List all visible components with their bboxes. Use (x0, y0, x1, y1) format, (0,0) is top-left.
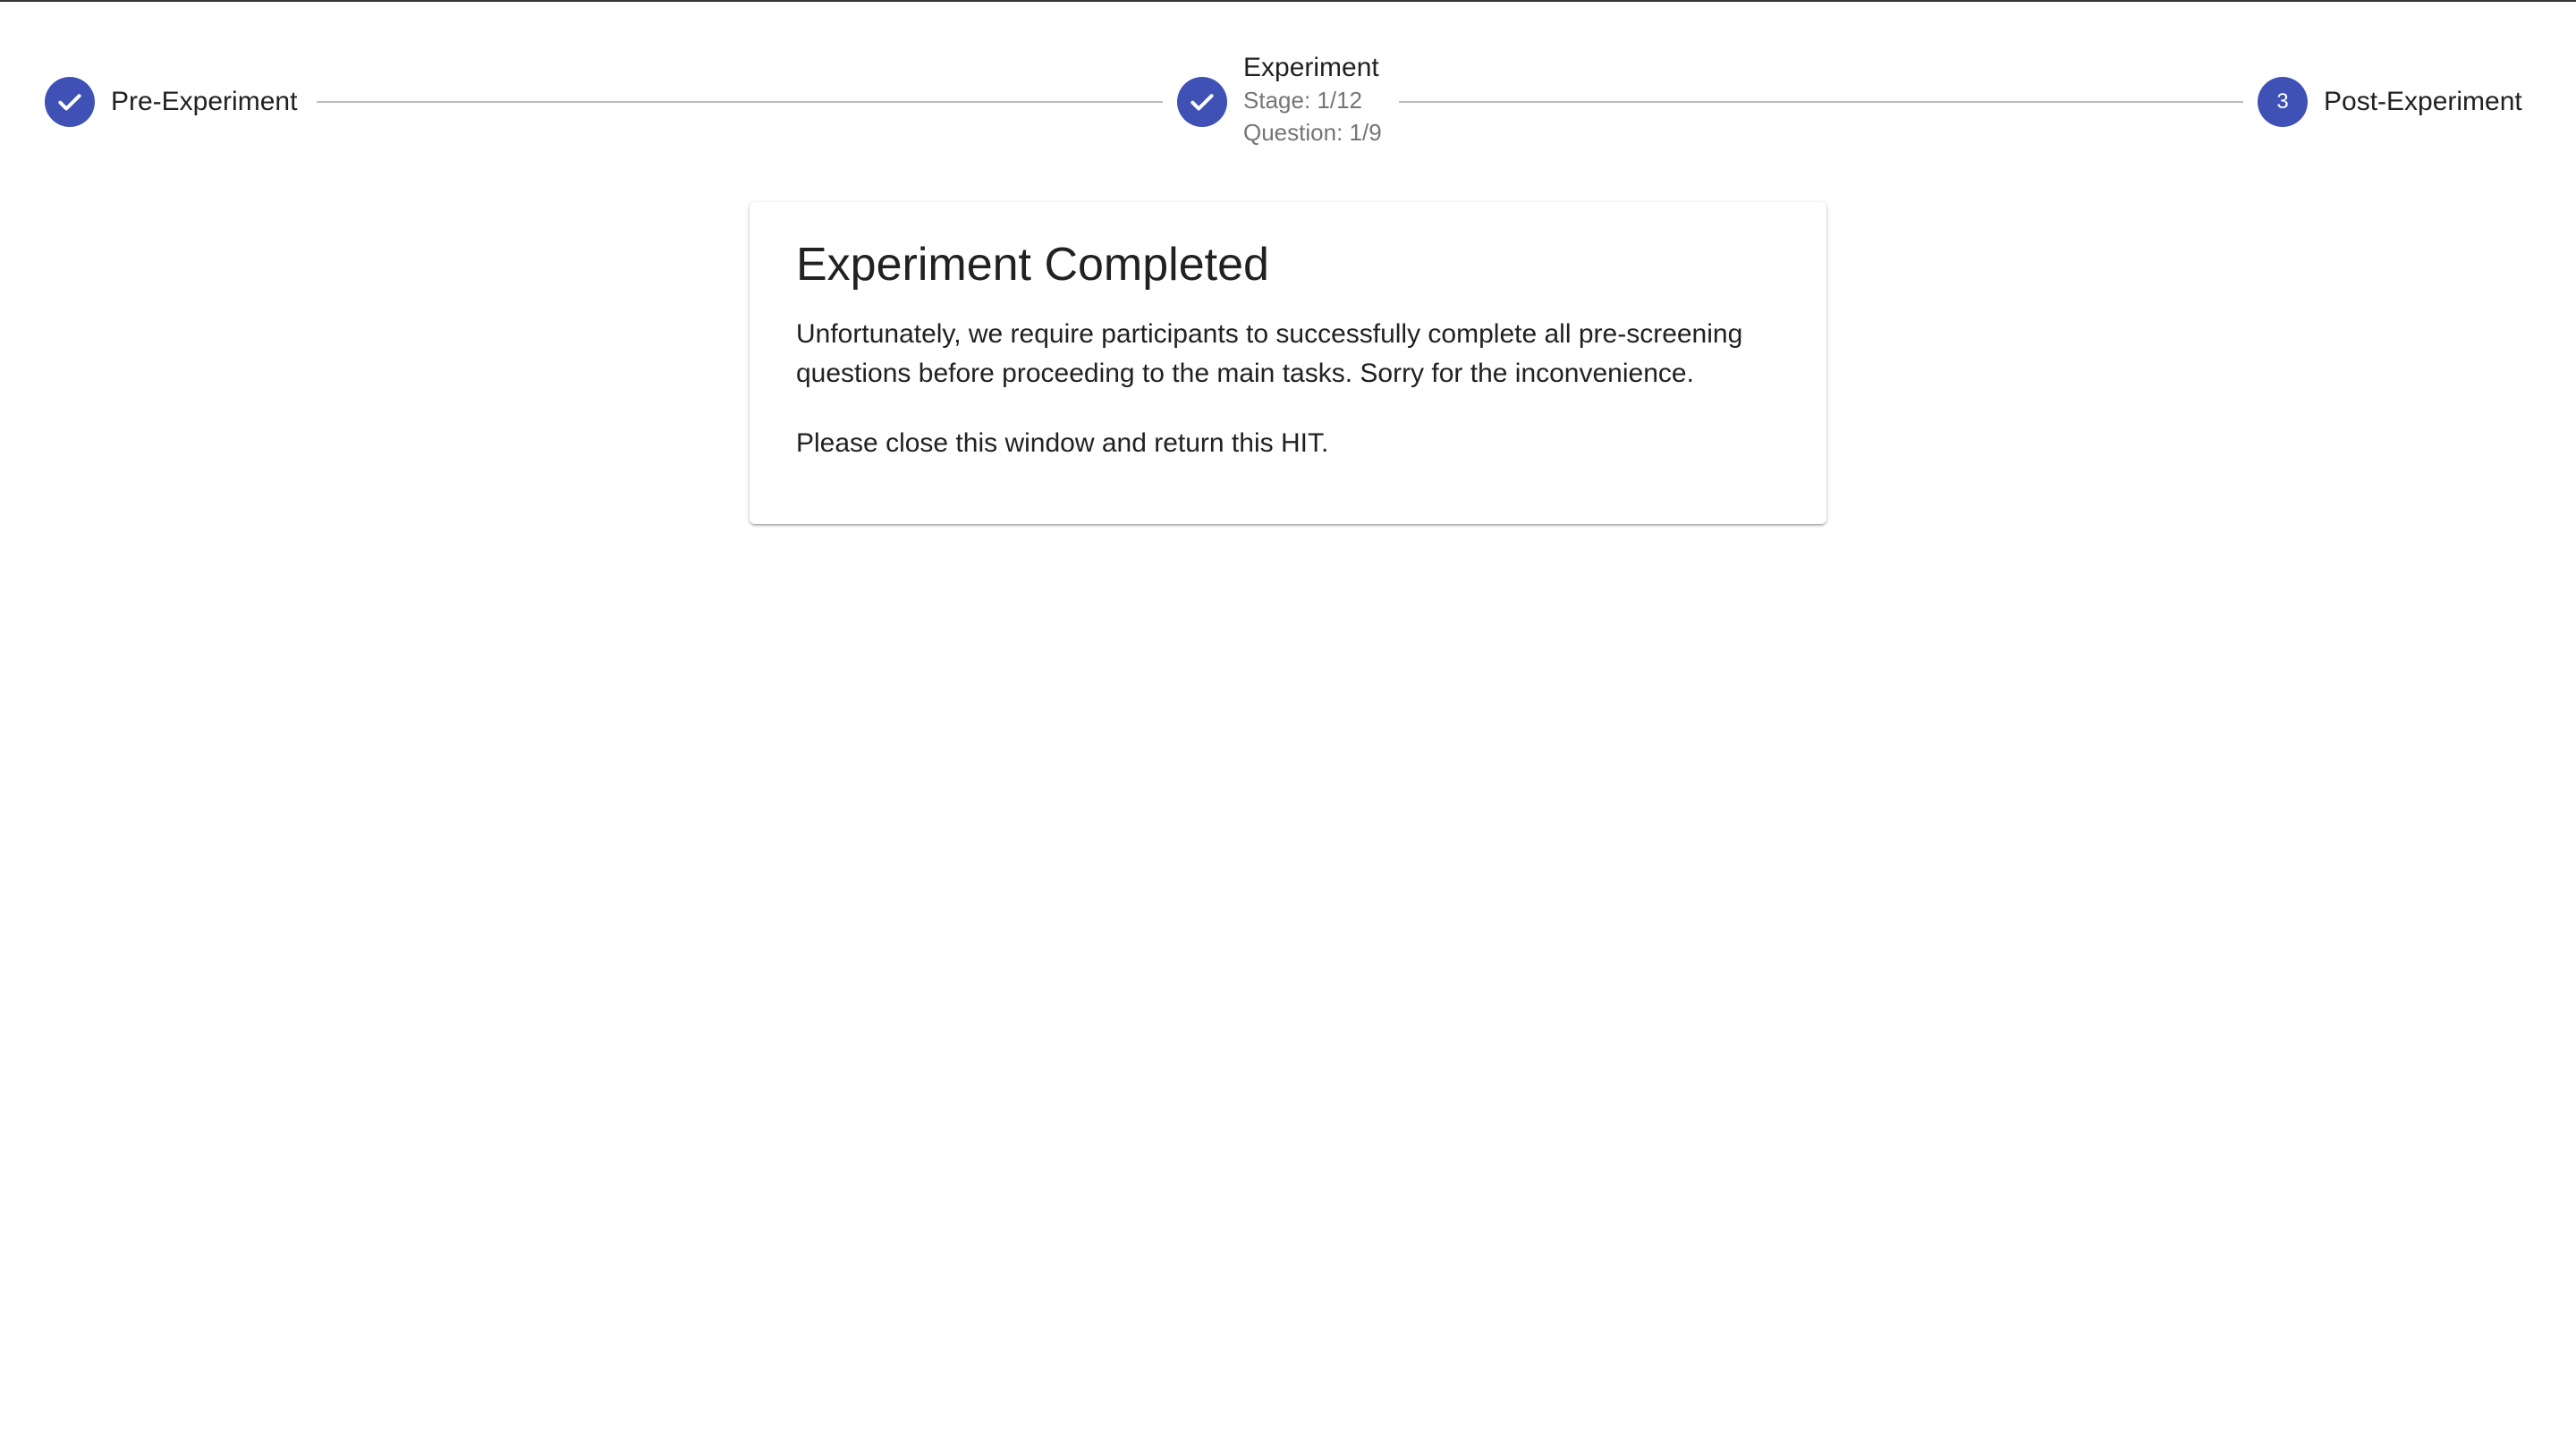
step-pre-experiment: Pre-Experiment (45, 77, 297, 127)
page: Pre-Experiment Experiment Stage: 1/12 Qu… (0, 0, 2576, 1429)
step-experiment: Experiment Stage: 1/12 Question: 1/9 (1177, 52, 1382, 148)
step-post-experiment: 3 Post-Experiment (2258, 77, 2522, 127)
completion-card: Experiment Completed Unfortunately, we r… (750, 202, 1826, 524)
check-icon (1191, 94, 1214, 111)
step-label: Post-Experiment (2324, 87, 2522, 116)
step-connector (1399, 101, 2243, 103)
card-instruction: Please close this window and return this… (796, 428, 1329, 458)
check-icon (58, 94, 81, 111)
step-2-completed-indicator (1177, 77, 1227, 127)
step-connector (317, 101, 1163, 103)
stage-progress: Stage: 1/12 (1243, 87, 1362, 114)
progress-stepper: Pre-Experiment Experiment Stage: 1/12 Qu… (0, 2, 2576, 181)
question-progress: Question: 1/9 (1243, 119, 1382, 146)
step-3-number-indicator: 3 (2258, 77, 2308, 127)
card-title: Experiment Completed (796, 239, 1269, 291)
step-1-completed-indicator (45, 77, 95, 127)
card-message: Unfortunately, we require participants t… (796, 319, 1743, 388)
step-label: Pre-Experiment (111, 87, 298, 116)
step-label: Experiment (1243, 53, 1379, 82)
step-number: 3 (2276, 89, 2289, 114)
